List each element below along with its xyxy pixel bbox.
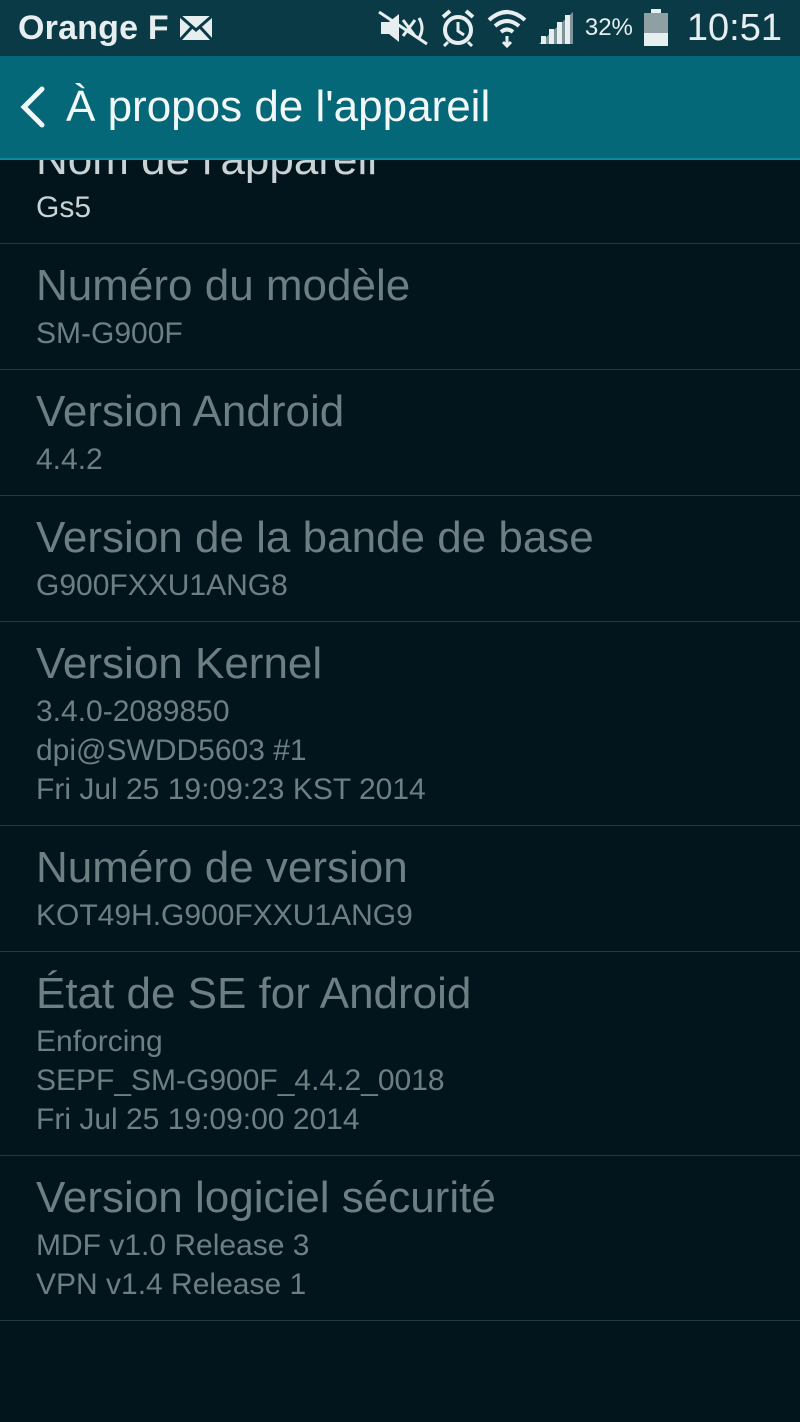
list-item-security-software-version[interactable]: Version logiciel sécurité MDF v1.0 Relea… [0,1156,800,1321]
item-title: Version Android [36,387,345,436]
battery-percent: 32% [584,14,633,41]
battery-icon [643,9,669,47]
item-value: 4.4.2 [36,443,103,476]
item-value: 3.4.0-2089850 [36,695,230,728]
list-item-android-version[interactable]: Version Android 4.4.2 [0,370,800,496]
status-bar: Orange F 32% 10:51 [0,0,800,56]
item-value: KOT49H.G900FXXU1ANG9 [36,899,413,932]
list-item-build-number[interactable]: Numéro de version KOT49H.G900FXXU1ANG9 [0,826,800,952]
list-item-baseband-version[interactable]: Version de la bande de base G900FXXU1ANG… [0,496,800,622]
chevron-left-icon [20,86,45,128]
clock: 10:51 [686,6,782,49]
status-icons: 32% 10:51 [377,7,782,50]
list-item-model-number[interactable]: Numéro du modèle SM-G900F [0,244,800,370]
page-title: À propos de l'appareil [66,82,491,131]
item-value: Enforcing [36,1025,163,1058]
mute-icon [377,10,429,46]
wifi-icon [487,8,527,48]
item-value: SEPF_SM-G900F_4.4.2_0018 [36,1064,445,1097]
item-value: MDF v1.0 Release 3 [36,1229,310,1262]
about-device-list: Nom de l'appareil Gs5 Numéro du modèle S… [0,118,800,1321]
mail-icon [178,15,213,41]
item-value: Gs5 [36,191,92,224]
item-title: Numéro du modèle [36,261,411,310]
list-item-kernel-version[interactable]: Version Kernel 3.4.0-2089850 dpi@SWDD560… [0,622,800,826]
signal-icon [537,10,575,46]
back-button[interactable] [18,85,48,129]
item-title: Version Kernel [36,639,323,688]
alarm-icon [439,9,477,47]
item-title: Version logiciel sécurité [36,1173,496,1222]
item-title: Version de la bande de base [36,513,594,562]
item-value: dpi@SWDD5603 #1 [36,734,307,767]
item-title: État de SE for Android [36,969,472,1018]
item-value: VPN v1.4 Release 1 [36,1268,307,1301]
item-title: Numéro de version [36,843,408,892]
settings-screen: Orange F 32% 10:51 À propos de l'apparei… [0,0,800,1422]
item-value: Fri Jul 25 19:09:23 KST 2014 [36,773,426,806]
list-item-se-android-status[interactable]: État de SE for Android Enforcing SEPF_SM… [0,952,800,1156]
item-value: Fri Jul 25 19:09:00 2014 [36,1103,360,1136]
item-value: SM-G900F [36,317,183,350]
carrier-name: Orange F [18,8,169,47]
app-bar: À propos de l'appareil [0,56,800,160]
item-value: G900FXXU1ANG8 [36,569,288,602]
